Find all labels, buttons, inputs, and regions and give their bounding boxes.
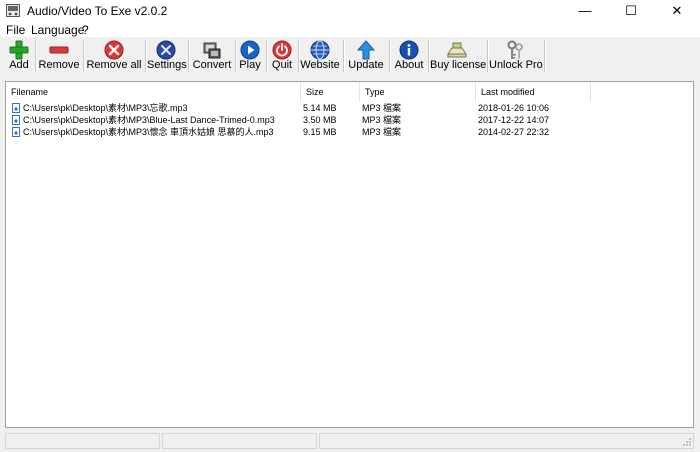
file-list[interactable]: Filename Size Type Last modified C:\User… — [5, 81, 694, 428]
x-circle-icon — [104, 40, 124, 60]
menu-bar: File Language ? — [0, 22, 700, 37]
status-panel — [319, 433, 694, 449]
title-bar: Audio/Video To Exe v2.0.2 — ☐ ✕ — [0, 0, 700, 22]
remove-all-label: Remove all — [86, 59, 142, 71]
cell-type: MP3 檔案 — [362, 127, 402, 137]
update-label: Update — [348, 59, 384, 71]
cell-type: MP3 檔案 — [362, 103, 402, 113]
quit-label: Quit — [271, 59, 293, 71]
convert-button[interactable]: Convert — [191, 38, 233, 74]
close-button[interactable]: ✕ — [654, 0, 700, 22]
key-icon — [507, 40, 523, 59]
cell-type: MP3 檔案 — [362, 115, 402, 125]
tools-icon — [156, 40, 176, 60]
toolbar: Add Remove Remove all Settings Convert P… — [0, 37, 700, 75]
film-convert-icon — [203, 42, 221, 59]
plus-icon — [9, 40, 29, 60]
toolbar-separator — [188, 40, 190, 72]
play-button[interactable]: Play — [237, 38, 263, 74]
about-label: About — [394, 59, 424, 71]
table-row[interactable]: C:\Users\pk\Desktop\素材\MP3\忘歌.mp3 5.14 M… — [6, 102, 693, 114]
up-arrow-icon — [356, 40, 376, 60]
website-button[interactable]: Website — [300, 38, 340, 74]
cell-size: 3.50 MB — [303, 115, 337, 125]
column-type[interactable]: Type — [360, 82, 476, 102]
unlock-pro-button[interactable]: Unlock Pro — [489, 38, 543, 74]
audio-file-icon — [12, 127, 20, 137]
minimize-button[interactable]: — — [562, 0, 608, 22]
app-icon — [6, 4, 20, 17]
column-last-modified[interactable]: Last modified — [476, 82, 591, 102]
status-panel — [162, 433, 317, 449]
globe-icon — [310, 40, 330, 60]
remove-button[interactable]: Remove — [38, 38, 80, 74]
play-icon — [240, 40, 260, 60]
cell-modified: 2018-01-26 10:06 — [478, 103, 550, 113]
cell-filename: C:\Users\pk\Desktop\素材\MP3\懷念 車頂水姑娘 思慕的人… — [23, 127, 274, 137]
play-label: Play — [239, 59, 261, 71]
cell-filename: C:\Users\pk\Desktop\素材\MP3\Blue-Last Dan… — [23, 115, 275, 125]
table-row[interactable]: C:\Users\pk\Desktop\素材\MP3\懷念 車頂水姑娘 思慕的人… — [6, 126, 693, 138]
audio-file-icon — [12, 103, 20, 113]
update-button[interactable]: Update — [346, 38, 386, 74]
info-icon — [399, 40, 419, 60]
cell-size: 9.15 MB — [303, 127, 337, 137]
minus-icon — [49, 46, 69, 54]
resize-grip-icon[interactable] — [682, 437, 692, 447]
status-panel — [5, 433, 160, 449]
add-button[interactable]: Add — [4, 38, 34, 74]
remove-label: Remove — [38, 59, 80, 71]
table-row[interactable]: C:\Users\pk\Desktop\素材\MP3\Blue-Last Dan… — [6, 114, 693, 126]
buy-license-button[interactable]: Buy license — [430, 38, 487, 74]
column-filename[interactable]: Filename — [6, 82, 301, 102]
convert-label: Convert — [192, 59, 232, 71]
cell-modified: 2014-02-27 22:32 — [478, 127, 550, 137]
unlock-pro-label: Unlock Pro — [489, 59, 543, 71]
cart-icon — [447, 42, 467, 58]
toolbar-separator — [389, 40, 391, 72]
settings-button[interactable]: Settings — [147, 38, 187, 74]
cell-modified: 2017-12-22 14:07 — [478, 115, 550, 125]
cell-size: 5.14 MB — [303, 103, 337, 113]
website-label: Website — [300, 59, 340, 71]
power-icon — [272, 40, 292, 60]
window-title: Audio/Video To Exe v2.0.2 — [27, 4, 168, 18]
toolbar-separator — [35, 40, 37, 72]
menu-language[interactable]: Language — [31, 23, 84, 37]
column-size[interactable]: Size — [301, 82, 360, 102]
quit-button[interactable]: Quit — [268, 38, 296, 74]
toolbar-separator — [544, 40, 546, 72]
toolbar-separator — [343, 40, 345, 72]
settings-label: Settings — [147, 59, 187, 71]
audio-file-icon — [12, 115, 20, 125]
buy-license-label: Buy license — [430, 59, 487, 71]
add-label: Add — [9, 59, 29, 71]
maximize-button[interactable]: ☐ — [608, 0, 654, 22]
toolbar-separator — [83, 40, 85, 72]
about-button[interactable]: About — [392, 38, 426, 74]
menu-help[interactable]: ? — [82, 23, 89, 37]
list-header: Filename Size Type Last modified — [6, 82, 693, 102]
menu-file[interactable]: File — [6, 23, 25, 37]
status-bar — [5, 433, 694, 449]
remove-all-button[interactable]: Remove all — [86, 38, 142, 74]
cell-filename: C:\Users\pk\Desktop\素材\MP3\忘歌.mp3 — [23, 103, 188, 113]
